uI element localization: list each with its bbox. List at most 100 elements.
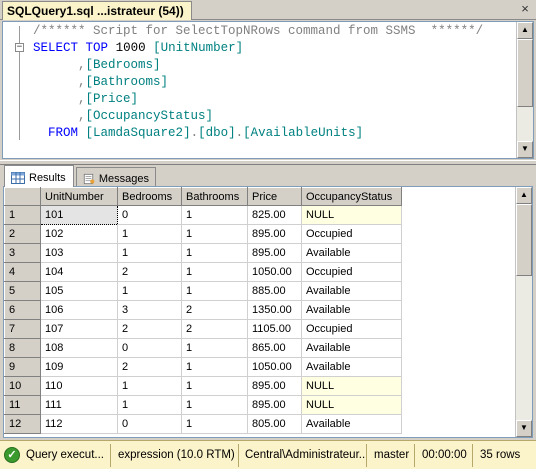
unit-number-cell[interactable]: 108 (40, 338, 118, 358)
row-number-cell[interactable]: 2 (4, 224, 41, 244)
occupancy-status-cell[interactable]: Occupied (301, 224, 402, 244)
row-number-cell[interactable]: 11 (4, 395, 41, 415)
corner-header[interactable] (4, 187, 41, 206)
unit-number-cell[interactable]: 104 (40, 262, 118, 282)
table-row[interactable]: 7 107 2 2 1105.00 Occupied (4, 319, 402, 339)
table-row[interactable]: 11 111 1 1 895.00 NULL (4, 395, 402, 415)
occupancy-status-cell[interactable]: Available (301, 357, 402, 377)
bathrooms-cell[interactable]: 1 (181, 224, 248, 244)
occupancy-status-cell[interactable]: Occupied (301, 262, 402, 282)
table-row[interactable]: 3 103 1 1 895.00 Available (4, 243, 402, 263)
bedrooms-cell[interactable]: 1 (117, 395, 182, 415)
grid-scroll-thumb[interactable] (516, 204, 532, 276)
unit-number-cell[interactable]: 102 (40, 224, 118, 244)
bathrooms-cell[interactable]: 2 (181, 300, 248, 320)
unit-number-cell[interactable]: 106 (40, 300, 118, 320)
table-row[interactable]: 6 106 3 2 1350.00 Available (4, 300, 402, 320)
bathrooms-cell[interactable]: 1 (181, 262, 248, 282)
query-document-tab[interactable]: SQLQuery1.sql ...istrateur (54)) (2, 1, 192, 20)
grid-vertical-scrollbar[interactable]: ▲ ▼ (515, 187, 532, 437)
price-cell[interactable]: 895.00 (247, 376, 302, 396)
column-header[interactable]: UnitNumber (40, 187, 118, 206)
price-cell[interactable]: 895.00 (247, 395, 302, 415)
occupancy-status-cell[interactable]: Available (301, 243, 402, 263)
unit-number-cell[interactable]: 111 (40, 395, 118, 415)
bathrooms-cell[interactable]: 1 (181, 357, 248, 377)
scroll-up-icon[interactable]: ▲ (517, 22, 533, 39)
price-cell[interactable]: 1050.00 (247, 357, 302, 377)
price-cell[interactable]: 895.00 (247, 224, 302, 244)
occupancy-status-cell[interactable]: NULL (301, 205, 402, 225)
price-cell[interactable]: 825.00 (247, 205, 302, 225)
sql-editor[interactable]: − /****** Script for SelectTopNRows comm… (2, 21, 534, 159)
bathrooms-cell[interactable]: 1 (181, 338, 248, 358)
bathrooms-cell[interactable]: 1 (181, 205, 248, 225)
price-cell[interactable]: 895.00 (247, 243, 302, 263)
occupancy-status-cell[interactable]: Available (301, 338, 402, 358)
unit-number-cell[interactable]: 101 (40, 205, 118, 225)
row-number-cell[interactable]: 5 (4, 281, 41, 301)
row-number-cell[interactable]: 9 (4, 357, 41, 377)
row-number-cell[interactable]: 6 (4, 300, 41, 320)
table-row[interactable]: 1 101 0 1 825.00 NULL (4, 205, 402, 225)
close-icon[interactable]: × (517, 1, 533, 17)
unit-number-cell[interactable]: 110 (40, 376, 118, 396)
bathrooms-cell[interactable]: 1 (181, 414, 248, 434)
scroll-up-icon[interactable]: ▲ (516, 187, 532, 204)
bathrooms-cell[interactable]: 1 (181, 243, 248, 263)
results-grid[interactable]: UnitNumber Bedrooms Bathrooms Price Occu… (3, 186, 533, 438)
table-row[interactable]: 2 102 1 1 895.00 Occupied (4, 224, 402, 244)
table-row[interactable]: 5 105 1 1 885.00 Available (4, 281, 402, 301)
table-row[interactable]: 9 109 2 1 1050.00 Available (4, 357, 402, 377)
bedrooms-cell[interactable]: 1 (117, 376, 182, 396)
bathrooms-cell[interactable]: 2 (181, 319, 248, 339)
price-cell[interactable]: 805.00 (247, 414, 302, 434)
bedrooms-cell[interactable]: 1 (117, 224, 182, 244)
occupancy-status-cell[interactable]: Occupied (301, 319, 402, 339)
tab-messages[interactable]: Messages (76, 167, 156, 186)
row-number-cell[interactable]: 7 (4, 319, 41, 339)
bedrooms-cell[interactable]: 0 (117, 414, 182, 434)
unit-number-cell[interactable]: 103 (40, 243, 118, 263)
unit-number-cell[interactable]: 109 (40, 357, 118, 377)
unit-number-cell[interactable]: 112 (40, 414, 118, 434)
editor-scroll-thumb[interactable] (517, 39, 533, 107)
table-row[interactable]: 4 104 2 1 1050.00 Occupied (4, 262, 402, 282)
price-cell[interactable]: 1050.00 (247, 262, 302, 282)
row-number-cell[interactable]: 12 (4, 414, 41, 434)
row-number-cell[interactable]: 4 (4, 262, 41, 282)
occupancy-status-cell[interactable]: Available (301, 281, 402, 301)
occupancy-status-cell[interactable]: NULL (301, 376, 402, 396)
unit-number-cell[interactable]: 107 (40, 319, 118, 339)
occupancy-status-cell[interactable]: NULL (301, 395, 402, 415)
occupancy-status-cell[interactable]: Available (301, 300, 402, 320)
column-header[interactable]: Bedrooms (117, 187, 182, 206)
price-cell[interactable]: 1105.00 (247, 319, 302, 339)
row-number-cell[interactable]: 10 (4, 376, 41, 396)
bedrooms-cell[interactable]: 1 (117, 281, 182, 301)
price-cell[interactable]: 865.00 (247, 338, 302, 358)
column-header[interactable]: Price (247, 187, 302, 206)
bathrooms-cell[interactable]: 1 (181, 376, 248, 396)
scroll-down-icon[interactable]: ▼ (516, 420, 532, 437)
bedrooms-cell[interactable]: 2 (117, 262, 182, 282)
row-number-cell[interactable]: 1 (4, 205, 41, 225)
occupancy-status-cell[interactable]: Available (301, 414, 402, 434)
unit-number-cell[interactable]: 105 (40, 281, 118, 301)
collapse-icon[interactable]: − (15, 43, 24, 52)
column-header[interactable]: Bathrooms (181, 187, 248, 206)
table-row[interactable]: 8 108 0 1 865.00 Available (4, 338, 402, 358)
bedrooms-cell[interactable]: 1 (117, 243, 182, 263)
column-header[interactable]: OccupancyStatus (301, 187, 402, 206)
bathrooms-cell[interactable]: 1 (181, 395, 248, 415)
table-row[interactable]: 12 112 0 1 805.00 Available (4, 414, 402, 434)
tab-results[interactable]: Results (4, 165, 74, 187)
bedrooms-cell[interactable]: 2 (117, 357, 182, 377)
scroll-down-icon[interactable]: ▼ (517, 141, 533, 158)
editor-vertical-scrollbar[interactable]: ▲ ▼ (516, 22, 533, 158)
price-cell[interactable]: 885.00 (247, 281, 302, 301)
bedrooms-cell[interactable]: 0 (117, 338, 182, 358)
bedrooms-cell[interactable]: 0 (117, 205, 182, 225)
price-cell[interactable]: 1350.00 (247, 300, 302, 320)
bedrooms-cell[interactable]: 3 (117, 300, 182, 320)
